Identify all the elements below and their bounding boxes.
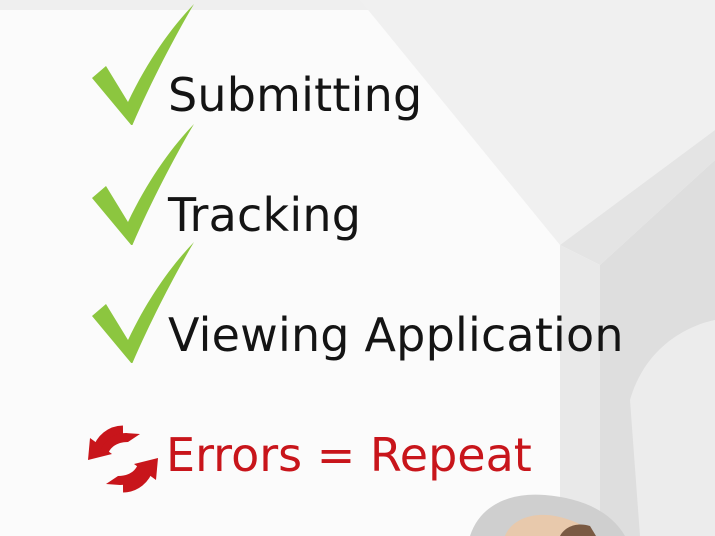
- checklist-label: Submitting: [168, 68, 423, 122]
- errors-repeat-label: Errors = Repeat: [166, 428, 532, 482]
- checklist-label: Tracking: [168, 188, 362, 242]
- slide: Submitting Tracking Viewing Application …: [0, 0, 715, 536]
- checklist-label: Viewing Application: [168, 308, 624, 362]
- refresh-icon: [88, 425, 158, 493]
